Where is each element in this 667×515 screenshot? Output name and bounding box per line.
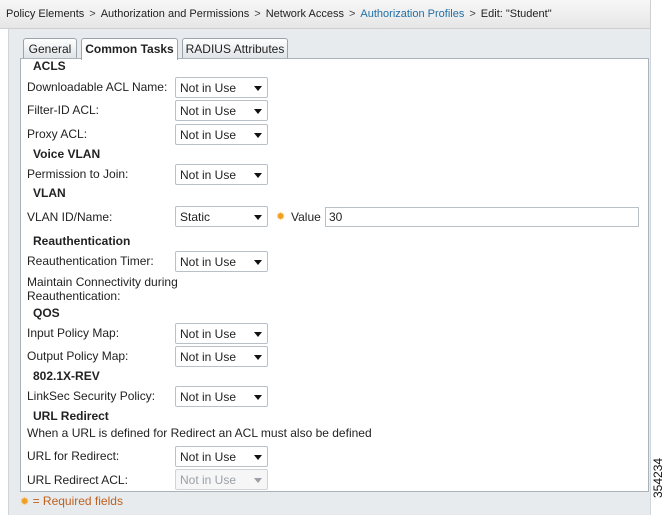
breadcrumb-separator: > — [254, 8, 261, 20]
section-qos-title: QOS — [33, 306, 60, 320]
proxy-acl-label: Proxy ACL: — [27, 127, 88, 141]
vlan-id-value: Static — [180, 210, 211, 224]
breadcrumb-separator: > — [469, 8, 476, 20]
section-reauth-title: Reauthentication — [33, 234, 131, 248]
url-for-redirect-value: Not in Use — [180, 450, 237, 464]
url-for-redirect-select[interactable]: Not in Use — [175, 446, 268, 467]
input-policy-map-value: Not in Use — [180, 327, 237, 341]
gear-icon: ✹ — [20, 496, 30, 508]
url-redirect-acl-value: Not in Use — [180, 473, 237, 487]
breadcrumb-item-network-access[interactable]: Network Access — [266, 8, 344, 20]
breadcrumb-item-authorization[interactable]: Authorization and Permissions — [101, 8, 250, 20]
chevron-down-icon — [254, 109, 262, 114]
chevron-down-icon — [254, 260, 262, 265]
chevron-down-icon — [254, 173, 262, 178]
section-vlan-title: VLAN — [33, 186, 66, 200]
vlan-id-select[interactable]: Static — [175, 206, 268, 227]
maintain-connectivity-label-line1: Maintain Connectivity during — [27, 275, 178, 289]
section-voice-vlan-title: Voice VLAN — [33, 147, 101, 161]
vlan-value-input[interactable] — [325, 207, 639, 227]
url-redirect-note: When a URL is defined for Redirect an AC… — [27, 426, 372, 440]
chevron-down-icon — [254, 395, 262, 400]
gear-icon: ✹ — [276, 211, 286, 223]
filter-id-acl-select[interactable]: Not in Use — [175, 100, 268, 121]
linksec-policy-label: LinkSec Security Policy: — [27, 389, 156, 403]
url-redirect-acl-label: URL Redirect ACL: — [27, 473, 128, 487]
permission-to-join-select[interactable]: Not in Use — [175, 164, 268, 185]
chevron-down-icon — [254, 215, 262, 220]
downloadable-acl-value: Not in Use — [180, 81, 237, 95]
breadcrumb-separator: > — [348, 8, 356, 20]
tab-common-tasks[interactable]: Common Tasks — [81, 38, 178, 60]
vlan-value-label: Value — [291, 210, 321, 224]
filter-id-acl-label: Filter-ID ACL: — [27, 103, 100, 117]
reauth-timer-value: Not in Use — [180, 255, 237, 269]
chevron-down-icon — [254, 133, 262, 138]
output-policy-map-value: Not in Use — [180, 350, 237, 364]
breadcrumb-item-authorization-profiles[interactable]: Authorization Profiles — [360, 8, 464, 20]
breadcrumb-separator: > — [89, 8, 96, 20]
input-policy-map-label: Input Policy Map: — [27, 326, 120, 340]
output-policy-map-select[interactable]: Not in Use — [175, 346, 268, 367]
tab-general[interactable]: General — [23, 38, 77, 59]
breadcrumb: Policy Elements > Authorization and Permis… — [0, 0, 651, 29]
breadcrumb-item-edit: Edit: "Student" — [480, 8, 552, 20]
breadcrumb-item-policy-elements[interactable]: Policy Elements — [6, 8, 84, 20]
linksec-policy-value: Not in Use — [180, 390, 237, 404]
required-fields-note: ✹ = Required fields — [20, 494, 123, 508]
section-url-redirect-title: URL Redirect — [33, 409, 109, 423]
downloadable-acl-label: Downloadable ACL Name: — [27, 80, 168, 94]
proxy-acl-value: Not in Use — [180, 128, 237, 142]
proxy-acl-select[interactable]: Not in Use — [175, 124, 268, 145]
chevron-down-icon — [254, 86, 262, 91]
permission-to-join-label: Permission to Join: — [27, 167, 129, 181]
chevron-down-icon — [254, 455, 262, 460]
url-for-redirect-label: URL for Redirect: — [27, 449, 120, 463]
section-dot1x-title: 802.1X-REV — [33, 369, 100, 383]
maintain-connectivity-label-line2: Reauthentication: — [27, 289, 121, 303]
filter-id-acl-value: Not in Use — [180, 104, 237, 118]
chevron-down-icon — [254, 478, 262, 483]
figure-id: 354234 — [651, 457, 665, 498]
linksec-policy-select[interactable]: Not in Use — [175, 386, 268, 407]
permission-to-join-value: Not in Use — [180, 168, 237, 182]
input-policy-map-select[interactable]: Not in Use — [175, 323, 268, 344]
section-acls-title: ACLS — [33, 59, 66, 73]
output-policy-map-label: Output Policy Map: — [27, 349, 129, 363]
downloadable-acl-select[interactable]: Not in Use — [175, 77, 268, 98]
tab-radius-attributes[interactable]: RADIUS Attributes — [182, 38, 288, 59]
required-fields-text: = Required fields — [32, 494, 123, 508]
chevron-down-icon — [254, 355, 262, 360]
url-redirect-acl-select: Not in Use — [175, 469, 268, 490]
reauth-timer-label: Reauthentication Timer: — [27, 254, 154, 268]
chevron-down-icon — [254, 332, 262, 337]
reauth-timer-select[interactable]: Not in Use — [175, 251, 268, 272]
vlan-id-label: VLAN ID/Name: — [27, 210, 113, 224]
